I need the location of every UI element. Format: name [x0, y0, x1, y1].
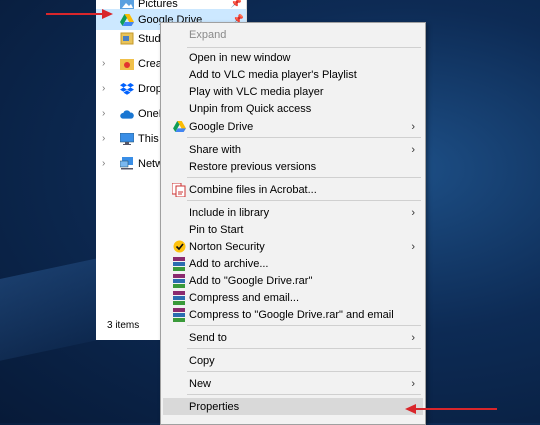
- menu-item-norton-security[interactable]: Norton Security ›: [163, 238, 423, 255]
- network-icon: [120, 157, 134, 171]
- menu-item-label: Send to: [189, 331, 227, 344]
- menu-item-label: Expand: [189, 28, 227, 41]
- menu-item-label: Include in library: [189, 206, 270, 219]
- menu-item-pin-to-start[interactable]: Pin to Start: [163, 221, 423, 238]
- menu-item-label: New: [189, 377, 212, 390]
- menu-item-new[interactable]: New ›: [163, 375, 423, 392]
- chevron-right-icon[interactable]: ›: [102, 158, 110, 169]
- menu-separator: [187, 47, 421, 48]
- submenu-arrow-icon: ›: [411, 143, 415, 156]
- menu-item-label: Compress to "Google Drive.rar" and email: [189, 308, 394, 321]
- winrar-icon: [171, 256, 187, 272]
- onedrive-icon: [120, 107, 134, 121]
- menu-item-label: Add to VLC media player's Playlist: [189, 68, 357, 81]
- annotation-arrow-icon: [46, 9, 113, 19]
- chevron-right-icon[interactable]: ›: [102, 133, 110, 144]
- menu-item-label: Open in new window: [189, 51, 291, 64]
- item-count-status: 3 items: [107, 320, 140, 331]
- submenu-arrow-icon: ›: [411, 206, 415, 219]
- menu-item-add-vlc-playlist[interactable]: Add to VLC media player's Playlist: [163, 66, 423, 83]
- annotation-arrow-icon: [405, 404, 497, 414]
- norton-check-icon: [171, 239, 187, 255]
- submenu-arrow-icon: ›: [411, 331, 415, 344]
- menu-item-label: Pin to Start: [189, 223, 244, 236]
- menu-item-label: Combine files in Acrobat...: [189, 183, 317, 196]
- menu-item-copy[interactable]: Copy: [163, 352, 423, 369]
- menu-item-label: Restore previous versions: [189, 160, 317, 173]
- pin-icon: 📌: [230, 0, 242, 8]
- menu-item-compress-to-rar-and-email[interactable]: Compress to "Google Drive.rar" and email: [163, 306, 423, 323]
- winrar-icon: [171, 273, 187, 289]
- menu-item-properties[interactable]: Properties: [163, 398, 423, 415]
- menu-item-unpin-quick-access[interactable]: Unpin from Quick access: [163, 100, 423, 117]
- menu-item-label: Compress and email...: [189, 291, 300, 304]
- menu-item-label: Add to "Google Drive.rar": [189, 274, 313, 287]
- submenu-arrow-icon: ›: [411, 120, 415, 133]
- menu-separator: [187, 325, 421, 326]
- menu-separator: [187, 137, 421, 138]
- menu-item-add-to-archive[interactable]: Add to archive...: [163, 255, 423, 272]
- winrar-icon: [171, 307, 187, 323]
- menu-separator: [187, 394, 421, 395]
- menu-separator: [187, 177, 421, 178]
- menu-item-label: Copy: [189, 354, 215, 367]
- menu-item-label: Add to archive...: [189, 257, 269, 270]
- chevron-right-icon[interactable]: ›: [102, 108, 110, 119]
- chevron-right-icon[interactable]: ›: [102, 83, 110, 94]
- submenu-arrow-icon: ›: [411, 377, 415, 390]
- menu-item-expand: Expand: [163, 26, 423, 43]
- this-pc-icon: [120, 132, 134, 146]
- menu-item-label: Norton Security: [189, 240, 265, 253]
- menu-item-compress-and-email[interactable]: Compress and email...: [163, 289, 423, 306]
- chevron-right-icon[interactable]: ›: [102, 58, 110, 69]
- winrar-icon: [171, 290, 187, 306]
- dropbox-icon: [120, 82, 134, 96]
- menu-item-send-to[interactable]: Send to ›: [163, 329, 423, 346]
- menu-separator: [187, 348, 421, 349]
- menu-item-label: Share with: [189, 143, 241, 156]
- menu-item-restore-previous-versions[interactable]: Restore previous versions: [163, 158, 423, 175]
- google-drive-icon: [120, 13, 134, 27]
- menu-item-label: Properties: [189, 400, 240, 413]
- student-folder-icon: [120, 32, 134, 46]
- submenu-arrow-icon: ›: [411, 240, 415, 253]
- context-menu: Expand Open in new window Add to VLC med…: [160, 22, 426, 425]
- menu-item-combine-acrobat[interactable]: Combine files in Acrobat...: [163, 181, 423, 198]
- menu-item-label: Google Drive: [189, 120, 254, 133]
- creative-cloud-icon: [120, 57, 134, 71]
- menu-separator: [187, 371, 421, 372]
- menu-item-share-with[interactable]: Share with ›: [163, 141, 423, 158]
- acrobat-combine-icon: [171, 182, 187, 198]
- menu-item-label: Unpin from Quick access: [189, 102, 312, 115]
- menu-item-open-new-window[interactable]: Open in new window: [163, 49, 423, 66]
- menu-separator: [187, 200, 421, 201]
- google-drive-icon: [171, 119, 187, 135]
- menu-item-google-drive[interactable]: Google Drive ›: [163, 118, 423, 135]
- menu-item-label: Play with VLC media player: [189, 85, 324, 98]
- menu-item-include-in-library[interactable]: Include in library ›: [163, 204, 423, 221]
- menu-item-add-to-rar[interactable]: Add to "Google Drive.rar": [163, 272, 423, 289]
- menu-item-play-vlc[interactable]: Play with VLC media player: [163, 83, 423, 100]
